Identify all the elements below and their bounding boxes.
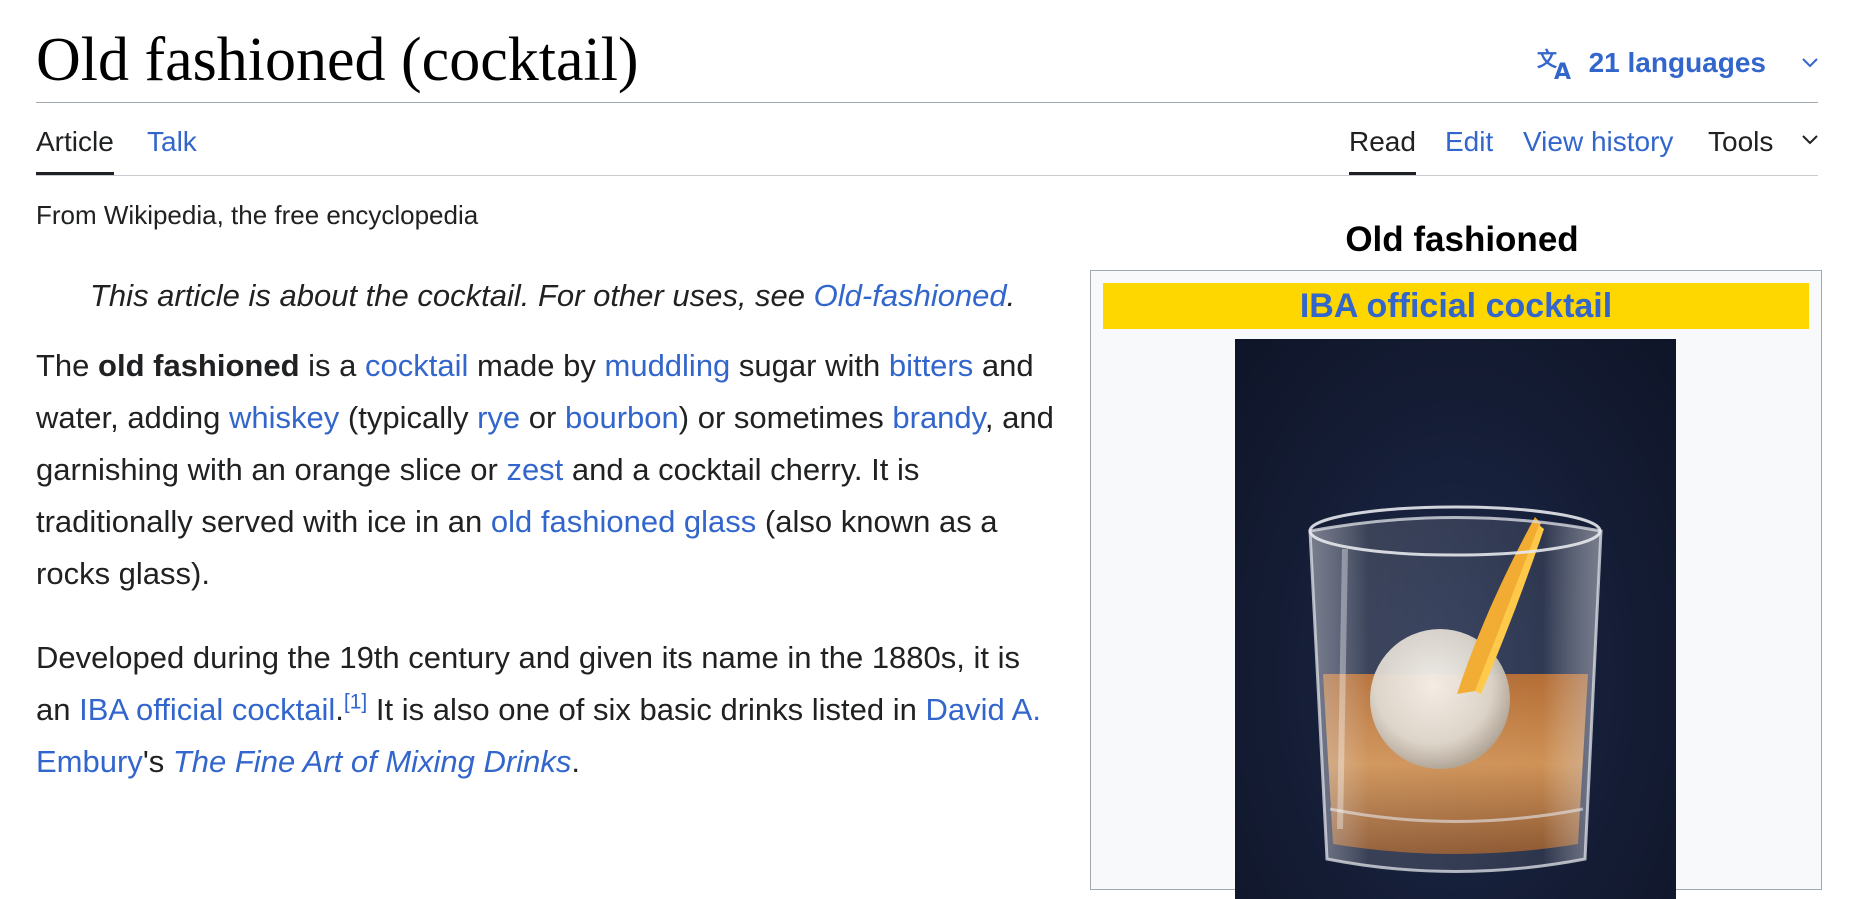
hatnote-text: This article is about the cocktail. For … <box>90 278 814 313</box>
text: or <box>520 400 565 435</box>
hatnote-end: . <box>1006 278 1016 313</box>
text: is a <box>299 348 365 383</box>
tools-menu[interactable]: Tools <box>1708 126 1773 174</box>
infobox-caption: Old fashioned <box>1345 220 1579 259</box>
site-tagline: From Wikipedia, the free encyclopedia <box>36 200 479 230</box>
link-brandy[interactable]: brandy <box>892 400 985 435</box>
bold-term: old fashioned <box>98 348 300 383</box>
chevron-down-icon <box>1802 58 1818 68</box>
text: . <box>335 692 344 727</box>
svg-text:A: A <box>1554 60 1571 80</box>
hatnote: This article is about the cocktail. For … <box>90 278 1015 314</box>
link-iba-official-cocktail[interactable]: IBA official cocktail <box>79 692 335 727</box>
link-bitters[interactable]: bitters <box>889 348 973 383</box>
tab-article[interactable]: Article <box>36 126 114 175</box>
text: It is also one of six basic drinks liste… <box>367 692 926 727</box>
text: The <box>36 348 99 383</box>
tab-read[interactable]: Read <box>1349 126 1416 175</box>
tab-view-history[interactable]: View history <box>1523 126 1673 174</box>
link-whiskey[interactable]: whiskey <box>229 400 339 435</box>
infobox-header-link[interactable]: IBA official cocktail <box>1103 283 1809 329</box>
text: . <box>571 744 580 779</box>
text: ) or sometimes <box>678 400 893 435</box>
link-cocktail[interactable]: cocktail <box>365 348 468 383</box>
link-old-fashioned-glass[interactable]: old fashioned glass <box>491 504 756 539</box>
cocktail-photo[interactable] <box>1235 339 1676 899</box>
text: sugar with <box>730 348 889 383</box>
text: 's <box>142 744 173 779</box>
page-header: Old fashioned (cocktail) 文 A 21 language… <box>36 20 1818 103</box>
tab-edit[interactable]: Edit <box>1445 126 1493 174</box>
languages-label: 21 languages <box>1588 47 1766 78</box>
text: (typically <box>339 400 478 435</box>
languages-button[interactable]: 文 A 21 languages <box>1537 46 1818 80</box>
link-zest[interactable]: zest <box>506 452 563 487</box>
link-bourbon[interactable]: bourbon <box>565 400 679 435</box>
paragraph-history: Developed during the 19th century and gi… <box>36 632 1061 788</box>
translate-icon: 文 A <box>1537 46 1575 80</box>
infobox: IBA official cocktail <box>1090 270 1822 899</box>
link-rye[interactable]: rye <box>477 400 520 435</box>
chevron-down-icon[interactable] <box>1802 132 1818 150</box>
paragraph-intro: The old fashioned is a cocktail made by … <box>36 340 1061 600</box>
page-title: Old fashioned (cocktail) <box>36 26 639 94</box>
hatnote-link[interactable]: Old-fashioned <box>814 278 1007 313</box>
link-muddling[interactable]: muddling <box>605 348 731 383</box>
reference-link[interactable]: [1] <box>344 691 367 714</box>
article-page: Old fashioned (cocktail) 文 A 21 language… <box>0 0 1854 899</box>
text: made by <box>468 348 605 383</box>
tab-talk[interactable]: Talk <box>147 126 197 174</box>
old-fashioned-glass-illustration <box>1308 505 1603 873</box>
link-fine-art-of-mixing-drinks[interactable]: The Fine Art of Mixing Drinks <box>173 744 572 779</box>
page-tabs: Article Talk Read Edit View history Tool… <box>36 102 1818 176</box>
